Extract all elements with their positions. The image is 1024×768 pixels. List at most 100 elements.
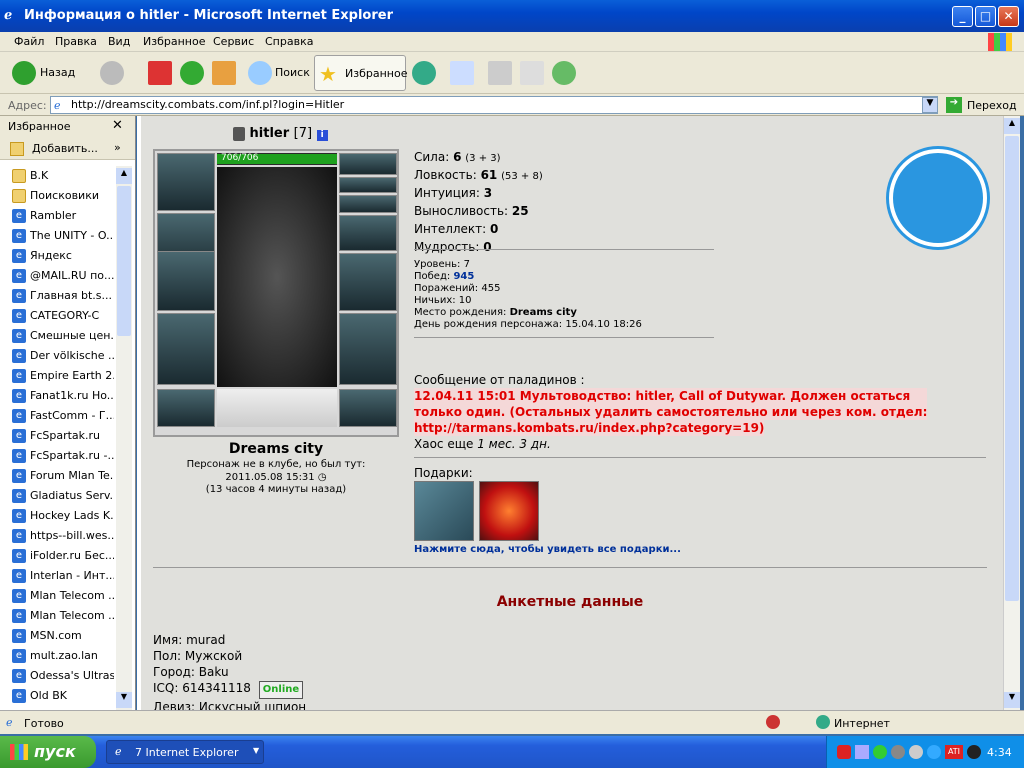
favorite-item[interactable]: e Яндекс [10, 246, 114, 266]
favorite-item[interactable]: e Fanat1k.ru Ho... [10, 386, 114, 406]
favorite-item[interactable]: e mult.zao.lan [10, 646, 114, 666]
boots-slot[interactable] [339, 389, 397, 427]
armor-slot[interactable] [157, 313, 215, 385]
scroll-thumb[interactable] [117, 186, 131, 336]
favorite-item[interactable]: e iFolder.ru Бес... [10, 546, 114, 566]
pants-slot[interactable] [339, 313, 397, 385]
favorites-scrollbar[interactable]: ▲ ▼ [116, 166, 132, 710]
favorites-button[interactable]: ★ Избранное [314, 55, 407, 91]
favorite-item[interactable]: e The UNITY - O... [10, 226, 114, 246]
expand-chevron-icon[interactable]: » [114, 141, 121, 154]
tray-app-icon[interactable] [891, 745, 905, 759]
close-button[interactable]: ✕ [998, 6, 1019, 27]
messenger-icon[interactable] [552, 61, 576, 85]
tray-app-icon[interactable] [927, 745, 941, 759]
helmet-slot[interactable] [157, 153, 215, 211]
scroll-down-icon[interactable]: ▼ [1004, 692, 1020, 708]
necklace-slot[interactable] [339, 177, 397, 193]
gift-flame-icon[interactable] [479, 481, 539, 541]
bracer-slot[interactable] [339, 215, 397, 251]
go-arrow-icon[interactable]: ➔ [946, 97, 962, 113]
favorite-item[interactable]: e Old BK [10, 686, 114, 706]
clock[interactable]: 4:34 [987, 746, 1012, 759]
info-icon[interactable]: i [316, 130, 328, 141]
weapon-right-slot[interactable] [339, 253, 397, 311]
network-icon[interactable] [855, 745, 869, 759]
menu-view[interactable]: Вид [108, 35, 130, 48]
search-icon[interactable] [248, 61, 272, 85]
back-arrow-icon[interactable] [12, 61, 36, 85]
edit-icon[interactable] [520, 61, 544, 85]
favorite-item[interactable]: e FcSpartak.ru [10, 426, 114, 446]
mail-icon[interactable] [450, 61, 474, 85]
taskbar-ie-button[interactable]: ℯ 7 Internet Explorer ▼ [106, 740, 264, 764]
belt-slot[interactable] [157, 389, 215, 427]
scroll-up-icon[interactable]: ▲ [1004, 118, 1020, 134]
amulet-slot[interactable] [339, 153, 397, 175]
add-favorite-button[interactable]: Добавить... » [0, 138, 135, 160]
favorite-item[interactable]: e CATEGORY-C [10, 306, 114, 326]
profile-city: Город: Baku [153, 665, 229, 679]
refresh-icon[interactable] [180, 61, 204, 85]
ati-icon[interactable]: ATI [945, 745, 963, 759]
scroll-up-icon[interactable]: ▲ [116, 168, 132, 184]
home-icon[interactable] [212, 61, 236, 85]
favorite-item[interactable]: Поисковики [10, 186, 114, 206]
favorite-item[interactable]: e Interlan - Инт... [10, 566, 114, 586]
online-badge[interactable]: Online [258, 681, 304, 699]
favorite-item[interactable]: e Hockey Lads K... [10, 506, 114, 526]
weapon-left-slot[interactable] [157, 251, 215, 311]
favorite-item[interactable]: e Empire Earth 2... [10, 366, 114, 386]
forward-arrow-icon[interactable] [100, 61, 124, 85]
favorite-item[interactable]: e FcSpartak.ru -... [10, 446, 114, 466]
favorite-item[interactable]: e @MAIL.RU по... [10, 266, 114, 286]
rings-slot[interactable] [339, 195, 397, 213]
maximize-button[interactable]: □ [975, 6, 996, 27]
search-button-label[interactable]: Поиск [275, 66, 310, 79]
start-button[interactable]: пуск [0, 736, 96, 768]
stat-row: Выносливость: 25 [414, 203, 734, 221]
address-input[interactable]: ℯ http://dreamscity.combats.com/inf.pl?l… [50, 96, 938, 114]
character-page: hitler [7] i 706/706 Dreams city Персона… [141, 116, 1003, 710]
menu-favorites[interactable]: Избранное [143, 35, 205, 48]
stop-icon[interactable] [148, 61, 172, 85]
favorite-item[interactable]: e https--bill.wes... [10, 526, 114, 546]
favorite-item[interactable]: e MSN.com [10, 626, 114, 646]
back-button-label[interactable]: Назад [40, 66, 75, 79]
favorite-item[interactable]: e Mlan Telecom ... [10, 606, 114, 626]
favorite-item[interactable]: e Главная bt.s... [10, 286, 114, 306]
address-dropdown-chevron-down-icon[interactable]: ▼ [922, 97, 938, 113]
print-icon[interactable] [488, 61, 512, 85]
close-favorites-icon[interactable]: ✕ [112, 118, 123, 133]
divider [414, 337, 714, 338]
group-chevron-icon[interactable]: ▼ [253, 746, 259, 755]
favorite-item[interactable]: B.K [10, 166, 114, 186]
history-icon[interactable] [412, 61, 436, 85]
scroll-down-icon[interactable]: ▼ [116, 692, 132, 708]
favorite-item[interactable]: e FastComm - Г... [10, 406, 114, 426]
volume-icon[interactable] [967, 745, 981, 759]
privacy-icon[interactable] [766, 715, 780, 729]
favorite-item[interactable]: e Rambler [10, 206, 114, 226]
go-button[interactable]: Переход [967, 99, 1017, 112]
favorite-item[interactable]: e Mlan Telecom ... [10, 586, 114, 606]
gift-rocket-icon[interactable] [414, 481, 474, 541]
menu-tools[interactable]: Сервис [213, 35, 254, 48]
messenger-tray-icon[interactable] [873, 745, 887, 759]
all-gifts-link[interactable]: Нажмите сюда, чтобы увидеть все подарки.… [414, 544, 681, 555]
antivirus-icon[interactable] [837, 745, 851, 759]
favorite-item[interactable]: e Forum Mlan Te... [10, 466, 114, 486]
last-seen: 2011.05.08 15:31 ◷ [153, 472, 399, 483]
minimize-button[interactable]: _ [952, 6, 973, 27]
favorite-item[interactable]: e Gladiatus Serv... [10, 486, 114, 506]
scroll-thumb[interactable] [1005, 136, 1019, 601]
tray-app-icon[interactable] [909, 745, 923, 759]
menu-edit[interactable]: Правка [55, 35, 97, 48]
favorite-item[interactable]: e Odessa's Ultras [10, 666, 114, 686]
favorite-item[interactable]: e Смешные цен... [10, 326, 114, 346]
menu-file[interactable]: Файл [14, 35, 44, 48]
page-scrollbar[interactable]: ▲ ▼ [1003, 116, 1020, 710]
menu-help[interactable]: Справка [265, 35, 313, 48]
ie-page-icon: e [12, 569, 26, 583]
favorite-item[interactable]: e Der völkische ... [10, 346, 114, 366]
